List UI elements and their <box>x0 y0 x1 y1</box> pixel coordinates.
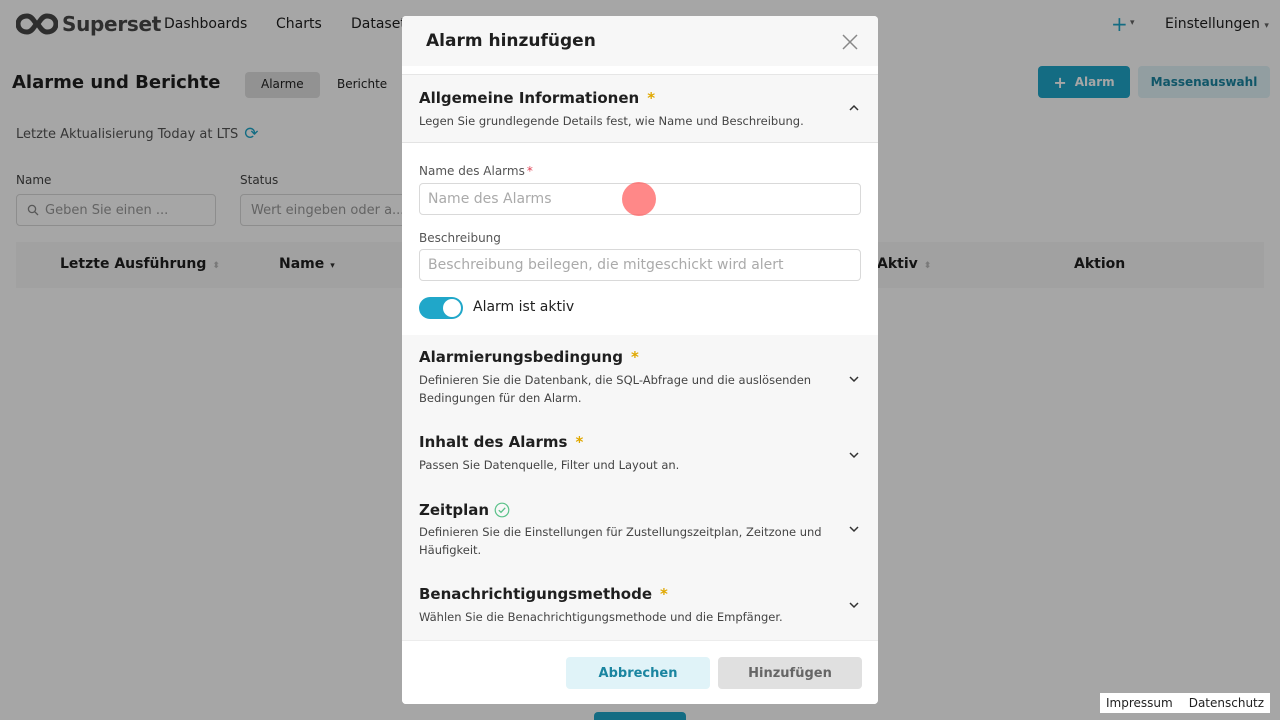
description-input[interactable]: Beschreibung beilegen, die mitgeschickt … <box>419 249 861 281</box>
impressum-link[interactable]: Impressum <box>1106 696 1173 710</box>
add-alarm-modal: Alarm hinzufügen Allgemeine Informatione… <box>402 16 878 704</box>
alarm-name-label: Name des Alarms * <box>419 164 533 178</box>
datenschutz-link[interactable]: Datenschutz <box>1189 696 1264 710</box>
required-marker: * <box>660 585 668 603</box>
section-title: Zeitplan <box>419 501 510 519</box>
chevron-up-icon[interactable] <box>848 102 860 114</box>
section-description: Passen Sie Datenquelle, Filter und Layou… <box>419 458 680 472</box>
section-alarm-content[interactable]: Inhalt des Alarms * Passen Sie Datenquel… <box>402 429 878 501</box>
section-title-text: Zeitplan <box>419 501 490 519</box>
check-circle-icon <box>494 502 510 518</box>
section-title-text: Allgemeine Informationen <box>419 89 640 107</box>
chevron-down-icon[interactable] <box>848 449 860 461</box>
section-description: Legen Sie grundlegende Details fest, wie… <box>419 114 804 128</box>
section-general-info-body: Name des Alarms * Name des Alarms Beschre… <box>402 143 878 335</box>
section-title-text: Benachrichtigungsmethode <box>419 585 653 603</box>
section-description: Definieren Sie die Einstellungen für Zus… <box>419 525 822 557</box>
cursor-click-indicator <box>622 182 656 216</box>
alarm-active-label: Alarm ist aktiv <box>473 299 575 315</box>
alarm-name-label-text: Name des Alarms <box>419 164 525 178</box>
toggle-knob <box>443 299 461 317</box>
footer-links: Impressum Datenschutz <box>1100 693 1271 713</box>
required-marker: * <box>647 89 656 107</box>
cancel-button[interactable]: Abbrechen <box>566 657 710 689</box>
chevron-down-icon[interactable] <box>848 373 860 385</box>
chevron-down-icon[interactable] <box>848 523 860 535</box>
section-title-text: Inhalt des Alarms <box>419 433 568 451</box>
description-placeholder: Beschreibung beilegen, die mitgeschickt … <box>428 257 784 273</box>
description-label: Beschreibung <box>419 231 501 245</box>
section-schedule[interactable]: Zeitplan Definieren Sie die Einstellunge… <box>402 501 878 585</box>
section-title: Allgemeine Informationen * <box>419 89 655 107</box>
section-notification-method[interactable]: Benachrichtigungsmethode * Wählen Sie di… <box>402 585 878 641</box>
section-title: Inhalt des Alarms * <box>419 433 583 451</box>
modal-title: Alarm hinzufügen <box>426 31 596 51</box>
alarm-name-placeholder: Name des Alarms <box>428 191 552 207</box>
chevron-down-icon[interactable] <box>848 599 860 611</box>
section-description: Definieren Sie die Datenbank, die SQL-Ab… <box>419 373 812 405</box>
section-title-text: Alarmierungsbedingung <box>419 348 623 366</box>
section-alarm-condition[interactable]: Alarmierungsbedingung * Definieren Sie d… <box>402 335 878 429</box>
required-marker: * <box>575 433 584 451</box>
modal-header: Alarm hinzufügen <box>402 16 878 66</box>
section-general-info-header[interactable]: Allgemeine Informationen * Legen Sie gru… <box>402 75 878 143</box>
section-title: Benachrichtigungsmethode * <box>419 585 668 603</box>
required-marker: * <box>630 348 639 366</box>
modal-body: Allgemeine Informationen * Legen Sie gru… <box>402 74 878 640</box>
alarm-active-toggle[interactable] <box>419 297 463 319</box>
modal-footer: Abbrechen Hinzufügen <box>402 640 878 704</box>
required-marker: * <box>526 164 533 178</box>
add-button[interactable]: Hinzufügen <box>718 657 862 689</box>
section-title: Alarmierungsbedingung * <box>419 348 639 366</box>
section-description: Wählen Sie die Benachrichtigungsmethode … <box>419 610 783 624</box>
close-icon[interactable] <box>840 32 860 52</box>
